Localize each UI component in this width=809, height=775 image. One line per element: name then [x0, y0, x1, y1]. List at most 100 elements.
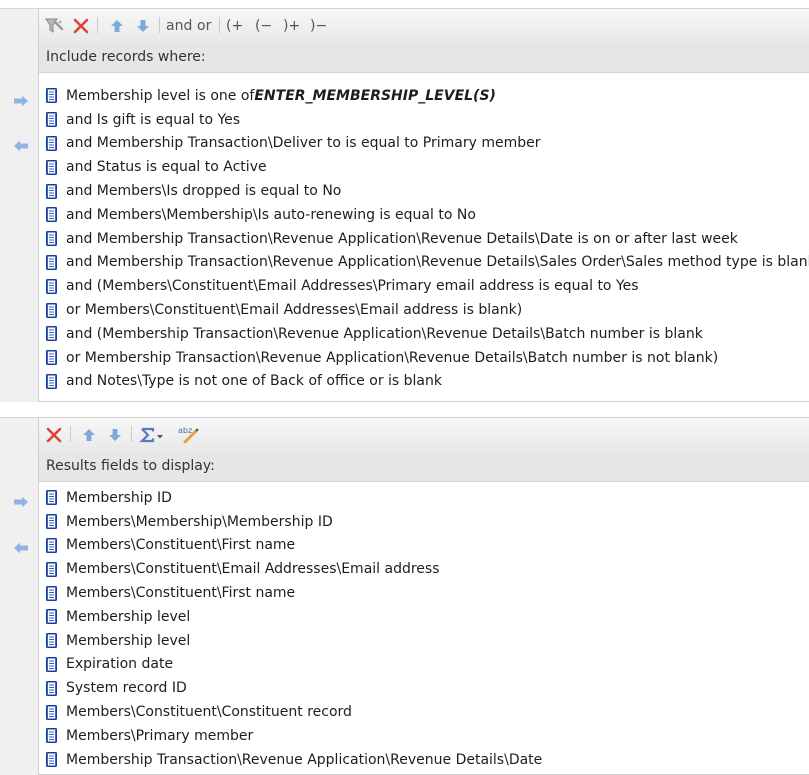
add-to-filter-arrow-icon[interactable]: [13, 94, 29, 108]
summarize-sigma-dropdown-icon[interactable]: [139, 425, 165, 445]
filter-row[interactable]: and Membership Transaction\Revenue Appli…: [46, 251, 809, 275]
add-open-paren-button[interactable]: (+: [226, 16, 243, 36]
results-field-row[interactable]: Membership ID: [46, 486, 542, 510]
results-toolbar: abz: [39, 417, 809, 452]
results-field-row[interactable]: Membership level: [46, 629, 542, 653]
field-document-icon: [46, 657, 57, 672]
filter-criteria-list: Membership level is one of ENTER_MEMBERS…: [46, 84, 809, 393]
filter-row[interactable]: and (Membership Transaction\Revenue Appl…: [46, 322, 809, 346]
clear-filter-icon[interactable]: [43, 16, 65, 36]
or-button[interactable]: or: [197, 16, 211, 36]
field-document-icon: [46, 255, 57, 270]
filter-row-text: and Members\Is dropped is equal to No: [66, 183, 342, 200]
results-field-text: Membership Transaction\Revenue Applicati…: [66, 751, 543, 768]
filter-row-text: and Is gift is equal to Yes: [66, 111, 241, 128]
filter-row[interactable]: and Is gift is equal to Yes: [46, 108, 809, 132]
filter-row[interactable]: and (Members\Constituent\Email Addresses…: [46, 274, 809, 298]
add-to-results-arrow-icon[interactable]: [13, 495, 29, 509]
filter-row[interactable]: and Membership Transaction\Deliver to is…: [46, 132, 809, 156]
field-document-icon: [46, 752, 57, 767]
field-document-icon: [46, 514, 57, 529]
filter-row-text: and Status is equal to Active: [66, 159, 267, 176]
field-document-icon: [46, 562, 57, 577]
remove-from-results-arrow-icon[interactable]: [13, 541, 29, 555]
toolbar-separator: [97, 17, 98, 33]
field-document-icon: [46, 279, 57, 294]
results-field-row[interactable]: Membership Transaction\Revenue Applicati…: [46, 748, 542, 772]
move-up-icon[interactable]: [109, 16, 125, 36]
toolbar-separator: [131, 426, 132, 442]
results-field-row[interactable]: Members\Constituent\Email Addresses\Emai…: [46, 557, 542, 581]
field-document-icon: [46, 609, 57, 624]
results-field-row[interactable]: Members\Membership\Membership ID: [46, 510, 542, 534]
results-frame: abz Results fields to display: Membershi…: [38, 417, 809, 775]
filter-frame: and or (+ (− )+ )− Include records where…: [38, 8, 809, 402]
field-document-icon: [46, 303, 57, 318]
remove-from-filter-arrow-icon[interactable]: [13, 139, 29, 153]
field-document-icon: [46, 705, 57, 720]
field-document-icon: [46, 633, 57, 648]
move-down-icon[interactable]: [107, 425, 123, 445]
filter-row-text: and (Members\Constituent\Email Addresses…: [66, 278, 639, 295]
svg-text:abz: abz: [178, 426, 192, 435]
add-close-paren-button[interactable]: )+: [283, 16, 300, 36]
filter-row[interactable]: or Members\Constituent\Email Addresses\E…: [46, 298, 809, 322]
field-document-icon: [46, 350, 57, 365]
field-document-icon: [46, 136, 57, 151]
filter-row-text: and Notes\Type is not one of Back of off…: [66, 373, 442, 390]
filter-panel: and or (+ (− )+ )− Include records where…: [0, 0, 809, 402]
results-field-row[interactable]: Members\Constituent\Constituent record: [46, 700, 542, 724]
filter-row[interactable]: Membership level is one of ENTER_MEMBERS…: [46, 84, 809, 108]
results-field-row[interactable]: System record ID: [46, 676, 542, 700]
field-document-icon: [46, 160, 57, 175]
filter-section-header: Include records where:: [39, 42, 809, 73]
results-field-text: Membership level: [66, 632, 191, 649]
results-field-row[interactable]: Members\Constituent\First name: [46, 534, 542, 558]
results-field-text: Members\Membership\Membership ID: [66, 513, 333, 530]
field-document-icon: [46, 231, 57, 246]
toolbar-separator: [70, 426, 71, 442]
results-field-row[interactable]: Members\Primary member: [46, 724, 542, 748]
field-document-icon: [46, 586, 57, 601]
results-field-text: Expiration date: [66, 656, 174, 673]
results-field-text: Members\Constituent\First name: [66, 537, 296, 554]
and-button[interactable]: and: [166, 16, 192, 36]
results-side-gutter: [0, 417, 38, 775]
filter-row[interactable]: and Members\Membership\Is auto-renewing …: [46, 203, 809, 227]
results-field-text: Membership ID: [66, 489, 172, 506]
filter-row-text: and Membership Transaction\Revenue Appli…: [66, 254, 809, 271]
move-down-icon[interactable]: [135, 16, 151, 36]
filter-row[interactable]: and Members\Is dropped is equal to No: [46, 179, 809, 203]
field-document-icon: [46, 538, 57, 553]
delete-icon[interactable]: [45, 425, 63, 445]
toolbar-separator: [219, 17, 220, 33]
results-field-text: Members\Primary member: [66, 727, 254, 744]
filter-row-text: or Membership Transaction\Revenue Applic…: [66, 349, 719, 366]
field-document-icon: [46, 184, 57, 199]
results-field-row[interactable]: Members\Constituent\First name: [46, 581, 542, 605]
delete-icon[interactable]: [72, 16, 90, 36]
field-document-icon: [46, 681, 57, 696]
move-up-icon[interactable]: [81, 425, 97, 445]
remove-open-paren-button[interactable]: (−: [255, 16, 272, 36]
field-document-icon: [46, 490, 57, 505]
results-field-row[interactable]: Membership level: [46, 605, 542, 629]
results-panel: abz Results fields to display: Membershi…: [0, 409, 809, 775]
filter-row-text: or Members\Constituent\Email Addresses\E…: [66, 302, 523, 319]
spell-check-icon[interactable]: abz: [177, 425, 201, 445]
results-field-row[interactable]: Expiration date: [46, 653, 542, 677]
filter-row[interactable]: and Notes\Type is not one of Back of off…: [46, 370, 809, 394]
results-field-text: Members\Constituent\First name: [66, 585, 296, 602]
field-document-icon: [46, 88, 57, 103]
filter-row-text: and Membership Transaction\Revenue Appli…: [66, 230, 738, 247]
field-document-icon: [46, 207, 57, 222]
field-document-icon: [46, 112, 57, 127]
field-document-icon: [46, 728, 57, 743]
filter-row-text: and Members\Membership\Is auto-renewing …: [66, 206, 476, 223]
filter-row[interactable]: and Status is equal to Active: [46, 155, 809, 179]
results-field-text: Members\Constituent\Email Addresses\Emai…: [66, 561, 440, 578]
remove-close-paren-button[interactable]: )−: [310, 16, 327, 36]
filter-row[interactable]: or Membership Transaction\Revenue Applic…: [46, 346, 809, 370]
results-section-header: Results fields to display:: [39, 451, 809, 482]
filter-row[interactable]: and Membership Transaction\Revenue Appli…: [46, 227, 809, 251]
